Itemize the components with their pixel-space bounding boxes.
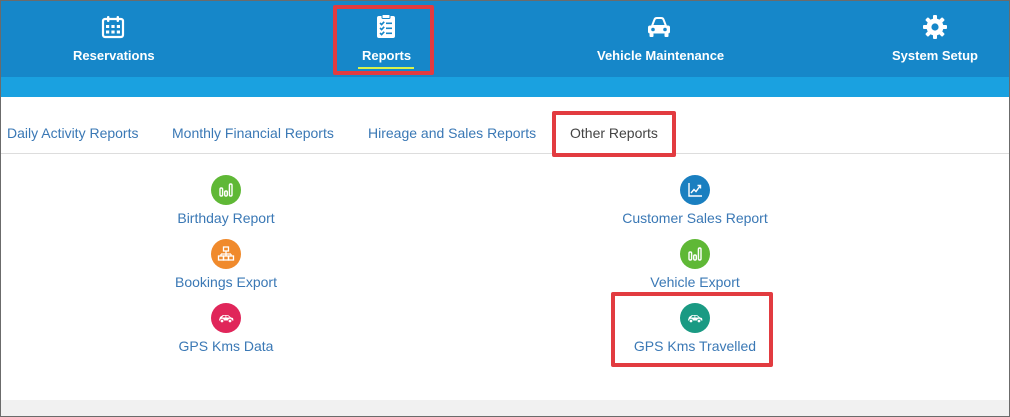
gear-icon [923, 15, 947, 39]
customer-sales-report-label: Customer Sales Report [622, 210, 768, 226]
report-tabs: Daily Activity Reports Monthly Financial… [1, 97, 1009, 154]
trend-chart-icon [688, 183, 702, 197]
nav-label-reservations: Reservations [73, 48, 155, 63]
report-customer-sales[interactable]: Customer Sales Report [605, 175, 785, 226]
footer-band [1, 400, 1009, 416]
bar-chart-icon [219, 183, 233, 197]
clipboard-checklist-icon [377, 14, 395, 38]
vehicle-export-label: Vehicle Export [650, 274, 740, 290]
nav-label-vehicle-maintenance: Vehicle Maintenance [597, 48, 725, 63]
gps-kms-data-label: GPS Kms Data [178, 338, 274, 354]
car-icon [648, 17, 670, 37]
vehicle-export-icon-circle [680, 239, 710, 269]
tab-hireage-and-sales-reports[interactable]: Hireage and Sales Reports [368, 125, 536, 141]
tab-daily-activity-reports[interactable]: Daily Activity Reports [7, 125, 138, 141]
birthday-report-label: Birthday Report [177, 210, 275, 226]
report-gps-kms-travelled[interactable]: GPS Kms Travelled [605, 303, 785, 354]
bookings-export-icon-circle [211, 239, 241, 269]
nav-label-system-setup: System Setup [892, 48, 978, 63]
hierarchy-icon [217, 246, 235, 261]
gps-kms-data-icon-circle [211, 303, 241, 333]
gps-kms-travelled-icon-circle [680, 303, 710, 333]
nav-item-vehicle-maintenance[interactable]: Vehicle Maintenance [589, 1, 729, 77]
sub-header-bar [1, 77, 1009, 97]
nav-label-reports: Reports [362, 48, 412, 63]
bar-chart-icon [688, 247, 702, 261]
active-nav-underline [358, 67, 414, 69]
birthday-report-icon-circle [211, 175, 241, 205]
report-bookings-export[interactable]: Bookings Export [146, 239, 306, 290]
car-icon [219, 315, 234, 324]
car-icon [688, 315, 703, 324]
report-gps-kms-data[interactable]: GPS Kms Data [146, 303, 306, 354]
nav-item-system-setup[interactable]: System Setup [881, 1, 991, 77]
calendar-icon [101, 16, 125, 39]
tab-monthly-financial-reports[interactable]: Monthly Financial Reports [172, 125, 334, 141]
report-birthday[interactable]: Birthday Report [146, 175, 306, 226]
tab-other-reports[interactable]: Other Reports [570, 125, 658, 141]
nav-item-reservations[interactable]: Reservations [63, 1, 163, 77]
bookings-export-label: Bookings Export [175, 274, 277, 290]
nav-item-reports[interactable]: Reports [346, 1, 426, 77]
report-vehicle-export[interactable]: Vehicle Export [605, 239, 785, 290]
customer-sales-report-icon-circle [680, 175, 710, 205]
top-navigation-bar: Reservations Reports Vehicle Maintenance [1, 1, 1009, 77]
gps-kms-travelled-label: GPS Kms Travelled [633, 338, 757, 354]
